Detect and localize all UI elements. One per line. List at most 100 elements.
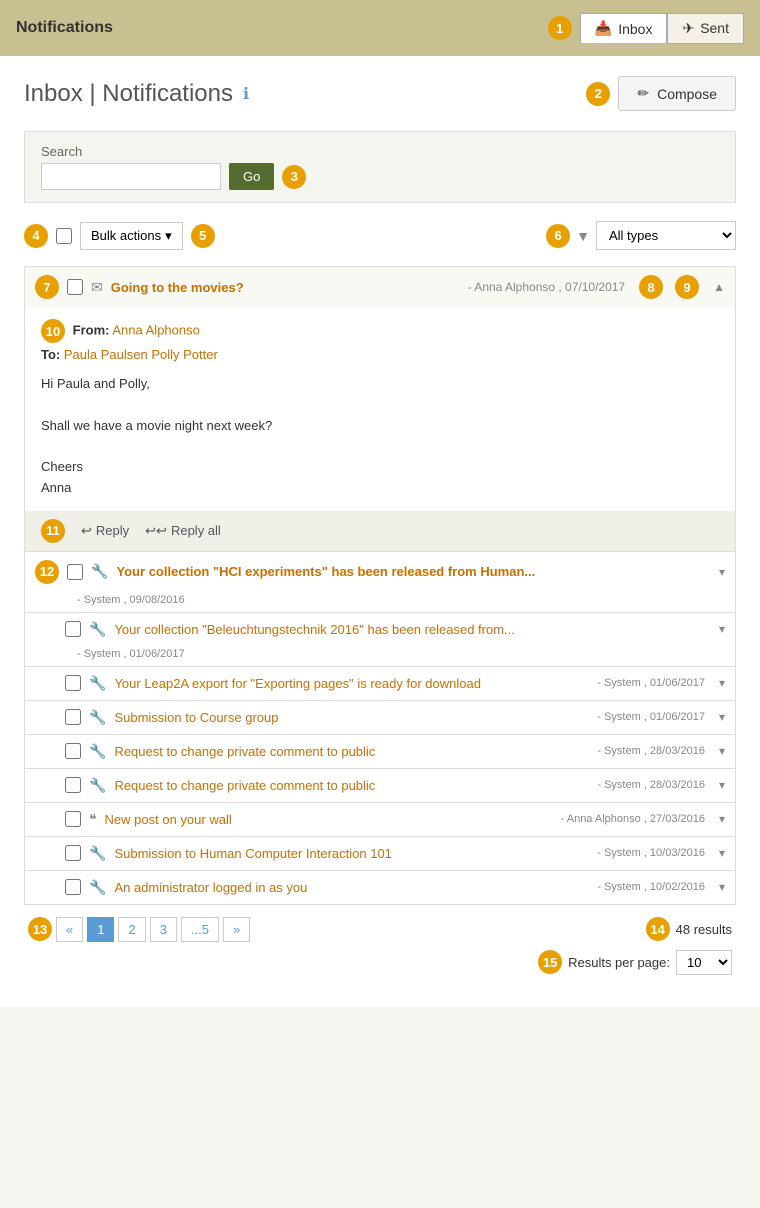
notif-subject-10: An administrator logged in as you bbox=[114, 880, 589, 895]
notif-checkbox-5[interactable] bbox=[65, 709, 81, 725]
bulk-actions-button[interactable]: Bulk actions ▾ bbox=[80, 222, 183, 250]
notif-checkbox-7[interactable] bbox=[65, 777, 81, 793]
per-page-label: Results per page: bbox=[568, 955, 670, 970]
wrench-icon-10: 🔧 bbox=[89, 879, 106, 896]
page-ellipsis-button[interactable]: ...5 bbox=[181, 917, 219, 942]
toolbar-right: 6 ▼ All types bbox=[546, 221, 736, 250]
badge-8: 8 bbox=[639, 275, 663, 299]
badge-10: 10 bbox=[41, 319, 65, 343]
info-icon[interactable]: ℹ bbox=[243, 84, 249, 104]
notif-item-3: 🔧 Your collection "Beleuchtungstechnik 2… bbox=[25, 613, 735, 667]
reply-icon: ↩ bbox=[81, 523, 92, 539]
chevron-up-icon-1: ▲ bbox=[713, 280, 725, 294]
notif-item-8: ❝ New post on your wall - Anna Alphonso … bbox=[25, 803, 735, 837]
notif-row-3[interactable]: 🔧 Your collection "Beleuchtungstechnik 2… bbox=[25, 613, 735, 646]
notif-meta-1: - Anna Alphonso , 07/10/2017 bbox=[468, 280, 625, 294]
badge-13: 13 bbox=[28, 917, 52, 941]
reply-all-button[interactable]: ↩↩ Reply all bbox=[145, 519, 221, 543]
notif-checkbox-4[interactable] bbox=[65, 675, 81, 691]
notif-checkbox-8[interactable] bbox=[65, 811, 81, 827]
notif-meta-5: - System , 01/06/2017 bbox=[597, 711, 705, 723]
toolbar-badge-4: 4 bbox=[24, 224, 48, 248]
notif-subject-9: Submission to Human Computer Interaction… bbox=[114, 846, 589, 861]
toolbar-badge-6: 6 bbox=[546, 224, 570, 248]
notif-checkbox-2[interactable] bbox=[67, 564, 83, 580]
notif-meta-4: - System , 01/06/2017 bbox=[597, 677, 705, 689]
notif-subject-2: Your collection "HCI experiments" has be… bbox=[116, 564, 705, 579]
notif-row-4[interactable]: 🔧 Your Leap2A export for "Exporting page… bbox=[25, 667, 735, 700]
notif-row-8[interactable]: ❝ New post on your wall - Anna Alphonso … bbox=[25, 803, 735, 836]
page-3-button[interactable]: 3 bbox=[150, 917, 177, 942]
notif-row-5[interactable]: 🔧 Submission to Course group - System , … bbox=[25, 701, 735, 734]
toolbar-badge-5: 5 bbox=[191, 224, 215, 248]
notif-row-7[interactable]: 🔧 Request to change private comment to p… bbox=[25, 769, 735, 802]
type-filter-select[interactable]: All types bbox=[596, 221, 736, 250]
compose-button[interactable]: ✏ Compose bbox=[618, 76, 736, 111]
chevron-down-icon-9: ▾ bbox=[719, 846, 725, 860]
badge-12: 12 bbox=[35, 560, 59, 584]
notif-item-10: 🔧 An administrator logged in as you - Sy… bbox=[25, 871, 735, 904]
chevron-down-icon-3: ▾ bbox=[719, 622, 725, 636]
page-2-button[interactable]: 2 bbox=[118, 917, 145, 942]
notif-meta-10: - System , 10/02/2016 bbox=[597, 881, 705, 893]
compose-badge: 2 bbox=[586, 82, 610, 106]
notif-subject-6: Request to change private comment to pub… bbox=[114, 744, 589, 759]
results-count: 48 results bbox=[676, 922, 732, 937]
notif-checkbox-1[interactable] bbox=[67, 279, 83, 295]
toolbar-row: 4 Bulk actions ▾ 5 6 ▼ All types bbox=[24, 215, 736, 256]
notif-submeta-2: - System , 09/08/2016 bbox=[25, 592, 735, 612]
notif-row-10[interactable]: 🔧 An administrator logged in as you - Sy… bbox=[25, 871, 735, 904]
notif-row-1[interactable]: 7 ✉ Going to the movies? - Anna Alphonso… bbox=[25, 267, 735, 307]
reply-button[interactable]: ↩ Reply bbox=[81, 519, 129, 543]
email-actions: 11 ↩ Reply ↩↩ Reply all bbox=[25, 511, 735, 551]
inbox-tab[interactable]: 📥 Inbox bbox=[580, 13, 668, 43]
search-input[interactable] bbox=[41, 163, 221, 190]
compose-icon: ✏ bbox=[637, 85, 649, 102]
notif-meta-6: - System , 28/03/2016 bbox=[597, 745, 705, 757]
per-page-select[interactable]: 10 25 50 100 bbox=[676, 950, 732, 975]
pagination-left: 13 « 1 2 3 ...5 » bbox=[28, 917, 250, 942]
chevron-down-icon-10: ▾ bbox=[719, 880, 725, 894]
notif-item-5: 🔧 Submission to Course group - System , … bbox=[25, 701, 735, 735]
notif-row-2[interactable]: 12 🔧 Your collection "HCI experiments" h… bbox=[25, 552, 735, 592]
notif-subject-8: New post on your wall bbox=[105, 812, 553, 827]
chevron-down-icon-8: ▾ bbox=[719, 812, 725, 826]
quote-icon-8: ❝ bbox=[89, 811, 97, 828]
wrench-icon-5: 🔧 bbox=[89, 709, 106, 726]
chevron-down-icon-2: ▾ bbox=[719, 565, 725, 579]
email-body: Hi Paula and Polly, Shall we have a movi… bbox=[41, 374, 719, 499]
notif-checkbox-6[interactable] bbox=[65, 743, 81, 759]
page-next-button[interactable]: » bbox=[223, 917, 250, 942]
notif-checkbox-9[interactable] bbox=[65, 845, 81, 861]
badge-14: 14 bbox=[646, 917, 670, 941]
notif-meta-8: - Anna Alphonso , 27/03/2016 bbox=[561, 813, 705, 825]
select-all-checkbox[interactable] bbox=[56, 228, 72, 244]
notif-item-6: 🔧 Request to change private comment to p… bbox=[25, 735, 735, 769]
chevron-down-icon-4: ▾ bbox=[719, 676, 725, 690]
page-1-button[interactable]: 1 bbox=[87, 917, 114, 942]
go-button[interactable]: Go bbox=[229, 163, 274, 190]
page-title-area: Inbox | Notifications ℹ bbox=[24, 80, 249, 108]
tab-badge-1: 1 bbox=[548, 16, 572, 40]
email-from: 10 From: Anna Alphonso bbox=[41, 319, 719, 343]
search-label: Search bbox=[41, 144, 719, 159]
inbox-tab-label: Inbox bbox=[618, 21, 652, 37]
notif-row-6[interactable]: 🔧 Request to change private comment to p… bbox=[25, 735, 735, 768]
bulk-actions-label: Bulk actions bbox=[91, 228, 161, 243]
sent-tab[interactable]: ✈ Sent bbox=[667, 13, 744, 44]
email-from-name: Anna Alphonso bbox=[112, 322, 199, 337]
notif-subject-4: Your Leap2A export for "Exporting pages"… bbox=[114, 676, 589, 691]
notif-row-9[interactable]: 🔧 Submission to Human Computer Interacti… bbox=[25, 837, 735, 870]
reply-label: Reply bbox=[96, 523, 129, 538]
per-page-area: 15 Results per page: 10 25 50 100 bbox=[24, 946, 736, 987]
email-to-names: Paula Paulsen Polly Potter bbox=[64, 347, 218, 362]
notif-checkbox-10[interactable] bbox=[65, 879, 81, 895]
notif-item-7: 🔧 Request to change private comment to p… bbox=[25, 769, 735, 803]
notif-checkbox-3[interactable] bbox=[65, 621, 81, 637]
email-content-1: 10 From: Anna Alphonso To: Paula Paulsen… bbox=[25, 307, 735, 499]
page-prev-button[interactable]: « bbox=[56, 917, 83, 942]
notif-item-2: 12 🔧 Your collection "HCI experiments" h… bbox=[25, 552, 735, 613]
sent-icon: ✈ bbox=[682, 20, 694, 37]
search-row: Go 3 bbox=[41, 163, 719, 190]
chevron-down-icon-6: ▾ bbox=[719, 744, 725, 758]
